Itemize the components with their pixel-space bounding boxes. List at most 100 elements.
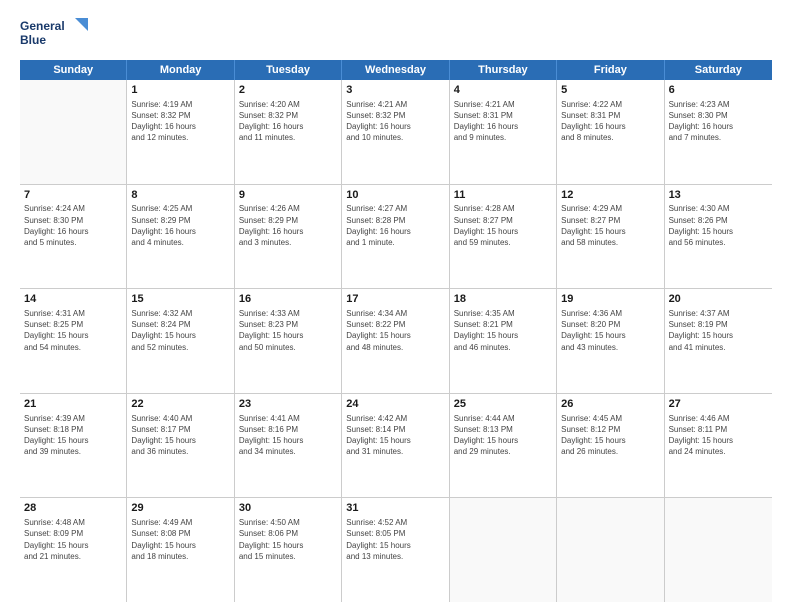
day-number: 10 <box>346 188 444 203</box>
cell-info: Sunrise: 4:49 AM Sunset: 8:08 PM Dayligh… <box>131 517 229 562</box>
calendar-cell: 26Sunrise: 4:45 AM Sunset: 8:12 PM Dayli… <box>557 394 664 498</box>
calendar-week-row: 21Sunrise: 4:39 AM Sunset: 8:18 PM Dayli… <box>20 394 772 499</box>
calendar-cell: 29Sunrise: 4:49 AM Sunset: 8:08 PM Dayli… <box>127 498 234 602</box>
calendar-week-row: 1Sunrise: 4:19 AM Sunset: 8:32 PM Daylig… <box>20 80 772 185</box>
weekday-header: Friday <box>557 60 664 80</box>
day-number: 6 <box>669 83 768 98</box>
calendar-cell: 27Sunrise: 4:46 AM Sunset: 8:11 PM Dayli… <box>665 394 772 498</box>
day-number: 23 <box>239 397 337 412</box>
calendar-cell: 25Sunrise: 4:44 AM Sunset: 8:13 PM Dayli… <box>450 394 557 498</box>
logo-svg: General Blue <box>20 16 90 52</box>
day-number: 26 <box>561 397 659 412</box>
page-header: General Blue <box>20 16 772 52</box>
cell-info: Sunrise: 4:24 AM Sunset: 8:30 PM Dayligh… <box>24 203 122 248</box>
calendar-cell <box>665 498 772 602</box>
cell-info: Sunrise: 4:28 AM Sunset: 8:27 PM Dayligh… <box>454 203 552 248</box>
cell-info: Sunrise: 4:46 AM Sunset: 8:11 PM Dayligh… <box>669 413 768 458</box>
cell-info: Sunrise: 4:48 AM Sunset: 8:09 PM Dayligh… <box>24 517 122 562</box>
calendar-header: SundayMondayTuesdayWednesdayThursdayFrid… <box>20 60 772 80</box>
calendar-cell: 5Sunrise: 4:22 AM Sunset: 8:31 PM Daylig… <box>557 80 664 184</box>
day-number: 12 <box>561 188 659 203</box>
day-number: 21 <box>24 397 122 412</box>
day-number: 2 <box>239 83 337 98</box>
day-number: 22 <box>131 397 229 412</box>
cell-info: Sunrise: 4:20 AM Sunset: 8:32 PM Dayligh… <box>239 99 337 144</box>
calendar-cell: 18Sunrise: 4:35 AM Sunset: 8:21 PM Dayli… <box>450 289 557 393</box>
cell-info: Sunrise: 4:52 AM Sunset: 8:05 PM Dayligh… <box>346 517 444 562</box>
cell-info: Sunrise: 4:21 AM Sunset: 8:31 PM Dayligh… <box>454 99 552 144</box>
day-number: 28 <box>24 501 122 516</box>
cell-info: Sunrise: 4:36 AM Sunset: 8:20 PM Dayligh… <box>561 308 659 353</box>
cell-info: Sunrise: 4:30 AM Sunset: 8:26 PM Dayligh… <box>669 203 768 248</box>
calendar-cell: 14Sunrise: 4:31 AM Sunset: 8:25 PM Dayli… <box>20 289 127 393</box>
day-number: 4 <box>454 83 552 98</box>
weekday-header: Tuesday <box>235 60 342 80</box>
cell-info: Sunrise: 4:34 AM Sunset: 8:22 PM Dayligh… <box>346 308 444 353</box>
day-number: 5 <box>561 83 659 98</box>
calendar-week-row: 28Sunrise: 4:48 AM Sunset: 8:09 PM Dayli… <box>20 498 772 602</box>
cell-info: Sunrise: 4:29 AM Sunset: 8:27 PM Dayligh… <box>561 203 659 248</box>
calendar-cell: 6Sunrise: 4:23 AM Sunset: 8:30 PM Daylig… <box>665 80 772 184</box>
day-number: 13 <box>669 188 768 203</box>
day-number: 18 <box>454 292 552 307</box>
cell-info: Sunrise: 4:31 AM Sunset: 8:25 PM Dayligh… <box>24 308 122 353</box>
calendar-cell: 11Sunrise: 4:28 AM Sunset: 8:27 PM Dayli… <box>450 185 557 289</box>
calendar-cell: 24Sunrise: 4:42 AM Sunset: 8:14 PM Dayli… <box>342 394 449 498</box>
calendar-cell: 8Sunrise: 4:25 AM Sunset: 8:29 PM Daylig… <box>127 185 234 289</box>
cell-info: Sunrise: 4:33 AM Sunset: 8:23 PM Dayligh… <box>239 308 337 353</box>
calendar-week-row: 7Sunrise: 4:24 AM Sunset: 8:30 PM Daylig… <box>20 185 772 290</box>
calendar-cell: 20Sunrise: 4:37 AM Sunset: 8:19 PM Dayli… <box>665 289 772 393</box>
calendar-cell: 4Sunrise: 4:21 AM Sunset: 8:31 PM Daylig… <box>450 80 557 184</box>
calendar-cell: 9Sunrise: 4:26 AM Sunset: 8:29 PM Daylig… <box>235 185 342 289</box>
calendar-week-row: 14Sunrise: 4:31 AM Sunset: 8:25 PM Dayli… <box>20 289 772 394</box>
day-number: 27 <box>669 397 768 412</box>
cell-info: Sunrise: 4:35 AM Sunset: 8:21 PM Dayligh… <box>454 308 552 353</box>
cell-info: Sunrise: 4:27 AM Sunset: 8:28 PM Dayligh… <box>346 203 444 248</box>
cell-info: Sunrise: 4:45 AM Sunset: 8:12 PM Dayligh… <box>561 413 659 458</box>
calendar-cell: 30Sunrise: 4:50 AM Sunset: 8:06 PM Dayli… <box>235 498 342 602</box>
calendar-cell: 1Sunrise: 4:19 AM Sunset: 8:32 PM Daylig… <box>127 80 234 184</box>
calendar-cell: 16Sunrise: 4:33 AM Sunset: 8:23 PM Dayli… <box>235 289 342 393</box>
weekday-header: Saturday <box>665 60 772 80</box>
day-number: 19 <box>561 292 659 307</box>
day-number: 1 <box>131 83 229 98</box>
cell-info: Sunrise: 4:26 AM Sunset: 8:29 PM Dayligh… <box>239 203 337 248</box>
calendar-cell: 7Sunrise: 4:24 AM Sunset: 8:30 PM Daylig… <box>20 185 127 289</box>
day-number: 16 <box>239 292 337 307</box>
calendar-cell: 12Sunrise: 4:29 AM Sunset: 8:27 PM Dayli… <box>557 185 664 289</box>
cell-info: Sunrise: 4:42 AM Sunset: 8:14 PM Dayligh… <box>346 413 444 458</box>
day-number: 8 <box>131 188 229 203</box>
weekday-header: Wednesday <box>342 60 449 80</box>
day-number: 14 <box>24 292 122 307</box>
calendar-cell <box>557 498 664 602</box>
cell-info: Sunrise: 4:32 AM Sunset: 8:24 PM Dayligh… <box>131 308 229 353</box>
svg-text:Blue: Blue <box>20 33 46 47</box>
calendar-body: 1Sunrise: 4:19 AM Sunset: 8:32 PM Daylig… <box>20 80 772 602</box>
day-number: 15 <box>131 292 229 307</box>
calendar-cell: 22Sunrise: 4:40 AM Sunset: 8:17 PM Dayli… <box>127 394 234 498</box>
calendar-cell: 10Sunrise: 4:27 AM Sunset: 8:28 PM Dayli… <box>342 185 449 289</box>
day-number: 17 <box>346 292 444 307</box>
day-number: 7 <box>24 188 122 203</box>
calendar-cell: 28Sunrise: 4:48 AM Sunset: 8:09 PM Dayli… <box>20 498 127 602</box>
day-number: 30 <box>239 501 337 516</box>
cell-info: Sunrise: 4:50 AM Sunset: 8:06 PM Dayligh… <box>239 517 337 562</box>
weekday-header: Sunday <box>20 60 127 80</box>
day-number: 31 <box>346 501 444 516</box>
cell-info: Sunrise: 4:25 AM Sunset: 8:29 PM Dayligh… <box>131 203 229 248</box>
calendar-cell: 17Sunrise: 4:34 AM Sunset: 8:22 PM Dayli… <box>342 289 449 393</box>
calendar-cell: 19Sunrise: 4:36 AM Sunset: 8:20 PM Dayli… <box>557 289 664 393</box>
weekday-header: Monday <box>127 60 234 80</box>
calendar-cell: 31Sunrise: 4:52 AM Sunset: 8:05 PM Dayli… <box>342 498 449 602</box>
calendar-cell <box>450 498 557 602</box>
cell-info: Sunrise: 4:37 AM Sunset: 8:19 PM Dayligh… <box>669 308 768 353</box>
cell-info: Sunrise: 4:40 AM Sunset: 8:17 PM Dayligh… <box>131 413 229 458</box>
day-number: 29 <box>131 501 229 516</box>
calendar-cell: 2Sunrise: 4:20 AM Sunset: 8:32 PM Daylig… <box>235 80 342 184</box>
day-number: 11 <box>454 188 552 203</box>
cell-info: Sunrise: 4:19 AM Sunset: 8:32 PM Dayligh… <box>131 99 229 144</box>
day-number: 25 <box>454 397 552 412</box>
logo: General Blue <box>20 16 90 52</box>
svg-text:General: General <box>20 19 65 33</box>
day-number: 9 <box>239 188 337 203</box>
